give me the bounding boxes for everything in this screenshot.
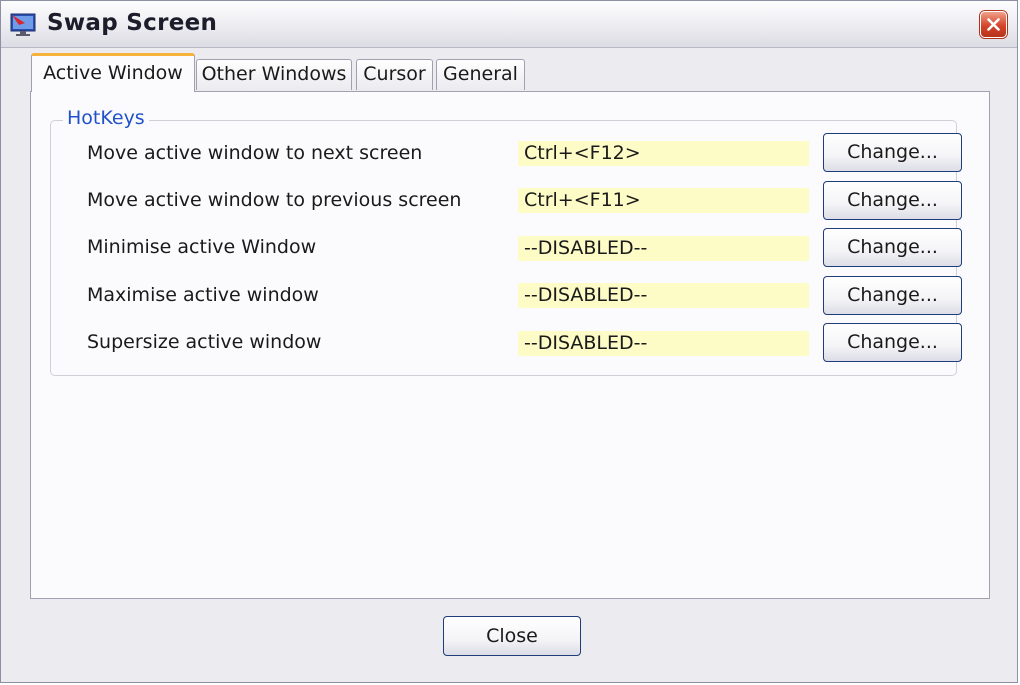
change-button-supersize[interactable]: Change... bbox=[823, 323, 962, 362]
hotkey-value-supersize: --DISABLED-- bbox=[518, 331, 809, 356]
monitor-swap-icon bbox=[9, 11, 39, 39]
hotkey-value-previous-screen: Ctrl+<F11> bbox=[518, 188, 809, 213]
hotkey-label-maximise: Maximise active window bbox=[87, 284, 319, 306]
change-button-previous-screen[interactable]: Change... bbox=[823, 181, 962, 220]
window-title: Swap Screen bbox=[47, 10, 218, 36]
hotkey-label-previous-screen: Move active window to previous screen bbox=[87, 189, 462, 211]
swap-screen-window: Swap Screen Active Window Other Windows … bbox=[0, 0, 1018, 683]
change-button-maximise[interactable]: Change... bbox=[823, 276, 962, 315]
hotkey-value-minimise: --DISABLED-- bbox=[518, 236, 809, 261]
tab-active-window[interactable]: Active Window bbox=[31, 53, 195, 92]
hotkey-value-next-screen: Ctrl+<F12> bbox=[518, 141, 809, 166]
hotkeys-group: HotKeys Move active window to next scree… bbox=[50, 107, 962, 376]
close-window-button[interactable] bbox=[980, 11, 1007, 38]
tab-general[interactable]: General bbox=[436, 59, 525, 90]
tab-cursor[interactable]: Cursor bbox=[356, 59, 433, 90]
close-button[interactable]: Close bbox=[443, 616, 581, 656]
active-window-tab-panel: HotKeys Move active window to next scree… bbox=[30, 91, 990, 599]
hotkey-label-minimise: Minimise active Window bbox=[87, 236, 317, 258]
tab-other-windows[interactable]: Other Windows bbox=[196, 59, 352, 90]
change-button-minimise[interactable]: Change... bbox=[823, 228, 962, 267]
hotkey-value-maximise: --DISABLED-- bbox=[518, 283, 809, 308]
hotkeys-group-label: HotKeys bbox=[63, 107, 149, 129]
title-bar[interactable]: Swap Screen bbox=[1, 1, 1017, 48]
change-button-next-screen[interactable]: Change... bbox=[823, 133, 962, 172]
hotkey-label-supersize: Supersize active window bbox=[87, 331, 322, 353]
hotkey-label-next-screen: Move active window to next screen bbox=[87, 142, 423, 164]
